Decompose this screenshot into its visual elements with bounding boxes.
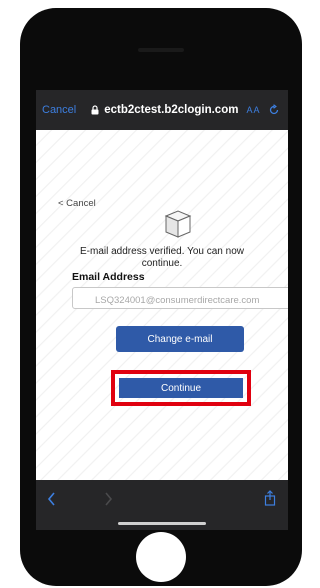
browser-url[interactable]: ectb2ctest.b2clogin.com bbox=[104, 104, 238, 116]
text-size-button[interactable]: AA bbox=[246, 105, 260, 115]
browser-url-bar: Cancel ectb2ctest.b2clogin.com AA bbox=[36, 90, 288, 130]
stage: Cancel ectb2ctest.b2clogin.com AA < Canc… bbox=[0, 0, 305, 588]
continue-button[interactable]: Continue bbox=[119, 378, 243, 398]
phone-frame: Cancel ectb2ctest.b2clogin.com AA < Canc… bbox=[20, 8, 302, 586]
email-field[interactable] bbox=[72, 287, 288, 309]
browser-toolbar bbox=[36, 480, 288, 530]
cube-logo-icon bbox=[164, 210, 192, 238]
phone-screen: Cancel ectb2ctest.b2clogin.com AA < Canc… bbox=[36, 90, 288, 530]
verified-message: E-mail address verified. You can now con… bbox=[80, 246, 244, 269]
lock-icon bbox=[91, 105, 99, 115]
cancel-link[interactable]: < Cancel bbox=[58, 198, 96, 209]
home-button[interactable] bbox=[136, 532, 186, 582]
change-email-button[interactable]: Change e-mail bbox=[116, 326, 244, 352]
share-icon[interactable] bbox=[264, 490, 276, 506]
reload-icon[interactable] bbox=[268, 104, 280, 116]
browser-cancel-button[interactable]: Cancel bbox=[42, 104, 76, 116]
home-indicator bbox=[118, 522, 206, 525]
back-arrow-icon[interactable] bbox=[46, 492, 58, 506]
forward-arrow-icon[interactable] bbox=[102, 492, 114, 506]
phone-speaker bbox=[138, 48, 184, 52]
email-address-label: Email Address bbox=[72, 271, 145, 283]
web-content: < Cancel E-mail address verified. You ca… bbox=[36, 130, 288, 480]
